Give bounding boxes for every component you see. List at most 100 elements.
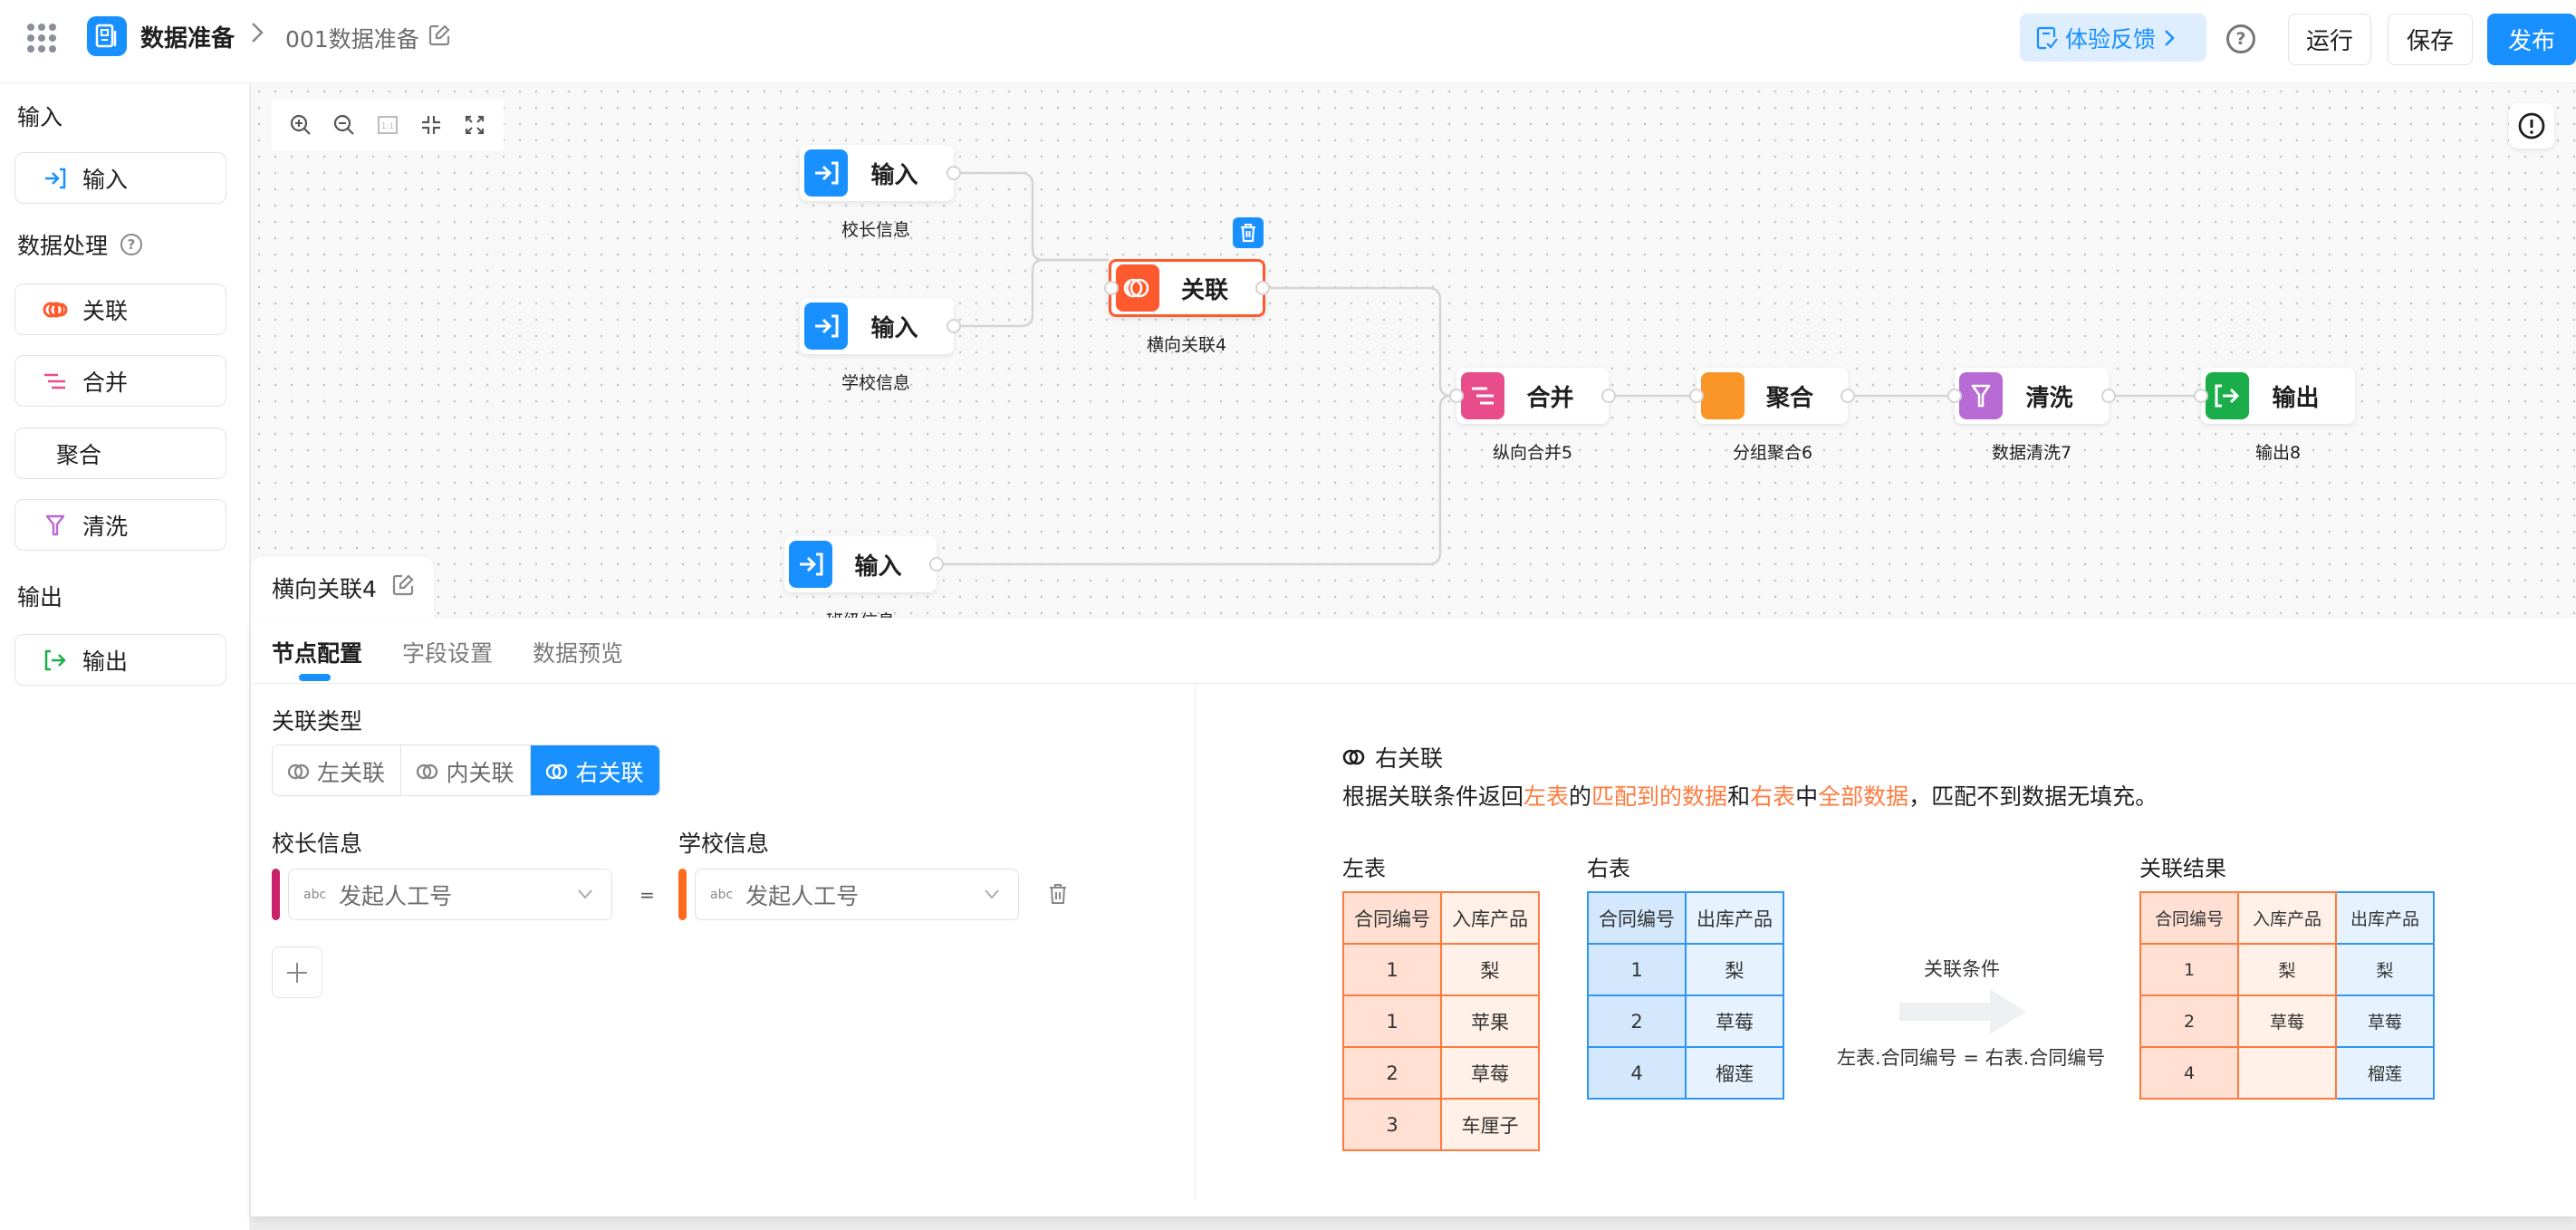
zoom-in-icon[interactable] — [287, 111, 314, 139]
app-launcher-icon[interactable] — [27, 24, 56, 53]
flow-node-merge[interactable]: 合并 — [1449, 368, 1616, 424]
input-port[interactable] — [1104, 281, 1119, 295]
left-table: 合同编号 入库产品 1 梨 1 苹果 2 草莓 3 车厘子 — [1342, 891, 1540, 1151]
input-port[interactable] — [1947, 389, 1962, 403]
flow-node-input-1[interactable]: 输入 — [800, 145, 961, 201]
left-field-select[interactable]: abc 发起人工号 — [288, 869, 612, 920]
join-icon — [417, 764, 438, 779]
palette-item-aggregate[interactable]: 聚合 — [14, 428, 226, 479]
highlight-text: 右表 — [1750, 783, 1796, 810]
edit-name-icon[interactable] — [391, 573, 415, 602]
feedback-icon — [2036, 26, 2058, 49]
tab-node-config[interactable]: 节点配置 — [272, 636, 362, 668]
node-label: 横向关联4 — [1146, 335, 1227, 355]
output-port[interactable] — [947, 319, 961, 333]
input-port[interactable] — [1449, 389, 1464, 403]
edge-n3-n5[interactable] — [937, 394, 1456, 566]
help-icon[interactable]: ? — [120, 234, 143, 255]
actual-size-icon[interactable]: 1:1 — [374, 111, 401, 139]
node-title: 合并 — [1526, 384, 1574, 412]
edge-n4-n5[interactable] — [1264, 286, 1456, 398]
table-cell: 1 — [1587, 943, 1687, 996]
flow-node-clean[interactable]: 清洗 — [1947, 368, 2116, 424]
join-explanation-text: 根据关联条件返回左表的匹配到的数据和右表中全部数据，匹配不到数据无填充。 — [1342, 779, 2158, 812]
explanation-title-text: 右关联 — [1375, 745, 1444, 772]
left-source-color-bar — [272, 869, 280, 920]
right-field-select[interactable]: abc 发起人工号 — [695, 869, 1019, 920]
palette-item-join[interactable]: 关联 — [14, 283, 226, 335]
help-icon[interactable]: ? — [2226, 24, 2255, 53]
edge-n1-n4[interactable] — [954, 171, 1109, 262]
join-icon — [287, 764, 310, 779]
output-port[interactable] — [1255, 281, 1270, 295]
equals-sign: = — [639, 884, 655, 906]
palette-item-input[interactable]: 输入 — [14, 152, 226, 204]
publish-button[interactable]: 发布 — [2487, 14, 2576, 65]
palette-item-clean[interactable]: 清洗 — [14, 499, 226, 551]
node-label: 校长信息 — [841, 220, 910, 240]
input-port[interactable] — [2194, 389, 2208, 403]
output-port[interactable] — [1841, 389, 1855, 403]
join-type-right[interactable]: 右关联 — [531, 745, 659, 795]
left-table-caption: 左表 — [1342, 856, 1386, 881]
delete-node-icon[interactable] — [1233, 217, 1264, 248]
left-field-value: 发起人工号 — [339, 882, 453, 909]
table-header-cell: 合同编号 — [1342, 891, 1442, 945]
section-title-processing: 数据处理 ? — [17, 228, 143, 261]
join-type-selector: 左关联 内关联 右关联 — [272, 745, 660, 796]
flow-node-input-2[interactable]: 输入 — [800, 298, 961, 354]
condition-label: 关联条件 — [1924, 958, 2000, 980]
flow-node-output[interactable]: 输出 — [2194, 368, 2355, 424]
input-icon — [43, 166, 68, 191]
flow-node-input-3[interactable]: 输入 — [784, 536, 944, 592]
chevron-right-icon — [2165, 29, 2175, 46]
tab-field-settings[interactable]: 字段设置 — [402, 636, 493, 668]
join-icon — [1116, 264, 1159, 312]
fit-view-icon[interactable] — [418, 111, 445, 139]
alert-icon[interactable] — [2509, 103, 2554, 149]
panel-divider — [1195, 684, 1196, 1200]
table-cell: 2 — [1587, 995, 1687, 1048]
run-button[interactable]: 运行 — [2288, 14, 2371, 65]
table-header-cell: 入库产品 — [1440, 891, 1540, 945]
join-type-left[interactable]: 左关联 — [273, 745, 401, 795]
table-row: 1梨 — [1587, 943, 1784, 996]
table-row: 2 草莓 — [1342, 1046, 1540, 1100]
right-field-value: 发起人工号 — [745, 882, 860, 909]
chevron-down-icon — [578, 889, 592, 899]
input-icon — [789, 541, 832, 588]
feedback-button[interactable]: 体验反馈 — [2020, 14, 2206, 62]
delete-condition-icon[interactable] — [1048, 882, 1068, 909]
edge-n2-n4[interactable] — [954, 258, 1109, 328]
palette-item-label: 聚合 — [56, 441, 102, 468]
node-title: 输入 — [854, 553, 902, 581]
join-type-inner[interactable]: 内关联 — [401, 745, 531, 795]
output-port[interactable] — [947, 166, 961, 180]
save-button[interactable]: 保存 — [2388, 14, 2473, 65]
tab-data-preview[interactable]: 数据预览 — [533, 636, 623, 668]
desc-text: ，匹配不到数据无填充。 — [1908, 783, 2158, 810]
node-title: 关联 — [1180, 276, 1228, 304]
table-cell: 1 — [1342, 995, 1442, 1048]
table-cell: 4 — [2139, 1046, 2239, 1100]
input-port[interactable] — [1689, 389, 1704, 403]
node-name-text: 横向关联4 — [272, 576, 377, 602]
output-port[interactable] — [2101, 389, 2116, 403]
palette-item-label: 输入 — [82, 166, 129, 193]
join-icon — [1342, 749, 1365, 765]
node-label: 数据清洗7 — [1991, 443, 2072, 463]
flow-node-join[interactable]: 关联 — [1104, 259, 1270, 317]
edit-name-icon[interactable] — [428, 24, 451, 47]
table-row: 1梨梨 — [2139, 943, 2435, 996]
flow-node-aggregate[interactable]: 聚合 — [1689, 368, 1855, 424]
palette-item-merge[interactable]: 合并 — [14, 355, 226, 407]
merge-icon — [1461, 372, 1504, 419]
flow-canvas[interactable]: 1:1 输入 校长信息 输入 学校信息 关联 横向关联4 输入 合并 纵向合并5… — [251, 83, 2576, 618]
add-condition-button[interactable] — [272, 947, 322, 998]
table-cell: 梨 — [1440, 943, 1540, 996]
output-port[interactable] — [1601, 389, 1616, 403]
zoom-out-icon[interactable] — [331, 111, 358, 139]
output-port[interactable] — [929, 557, 944, 572]
fullscreen-icon[interactable] — [461, 111, 488, 139]
palette-item-output[interactable]: 输出 — [14, 634, 226, 686]
